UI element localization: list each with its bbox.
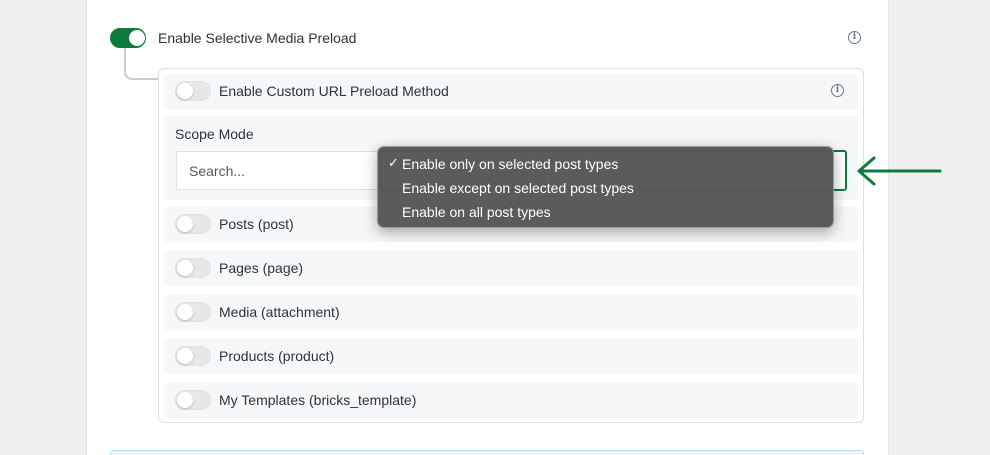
post-type-label: Products (product)	[219, 348, 335, 364]
post-type-label: Pages (page)	[219, 260, 304, 276]
scope-option-except-selected[interactable]: Enable except on selected post types	[402, 180, 634, 196]
post-type-label: Media (attachment)	[219, 304, 340, 320]
left-arrow-icon	[857, 156, 942, 186]
post-type-label: Posts (post)	[219, 216, 294, 232]
post-type-toggle-page[interactable]	[175, 258, 211, 278]
scope-mode-dropdown-menu: ✓ Enable only on selected post types Ena…	[377, 146, 834, 228]
scope-mode-label: Scope Mode	[175, 126, 254, 142]
scope-option-all[interactable]: Enable on all post types	[402, 204, 551, 220]
post-type-toggle-bricks-template[interactable]	[175, 390, 211, 410]
info-icon[interactable]: i	[848, 31, 861, 44]
post-type-toggle-product[interactable]	[175, 346, 211, 366]
info-icon[interactable]: i	[831, 84, 844, 97]
post-type-search-input[interactable]	[176, 151, 386, 190]
scope-option-only-selected[interactable]: Enable only on selected post types	[402, 156, 618, 172]
post-type-label: My Templates (bricks_template)	[219, 392, 417, 408]
custom-url-preload-label: Enable Custom URL Preload Method	[219, 83, 449, 99]
checkmark-icon: ✓	[388, 156, 399, 171]
tree-connector	[124, 48, 160, 80]
post-type-toggle-post[interactable]	[175, 214, 211, 234]
post-type-toggle-attachment[interactable]	[175, 302, 211, 322]
custom-url-preload-toggle[interactable]	[175, 81, 211, 101]
notice-box	[110, 450, 864, 455]
selective-media-preload-toggle[interactable]	[110, 28, 146, 48]
selective-media-preload-label: Enable Selective Media Preload	[158, 30, 357, 46]
